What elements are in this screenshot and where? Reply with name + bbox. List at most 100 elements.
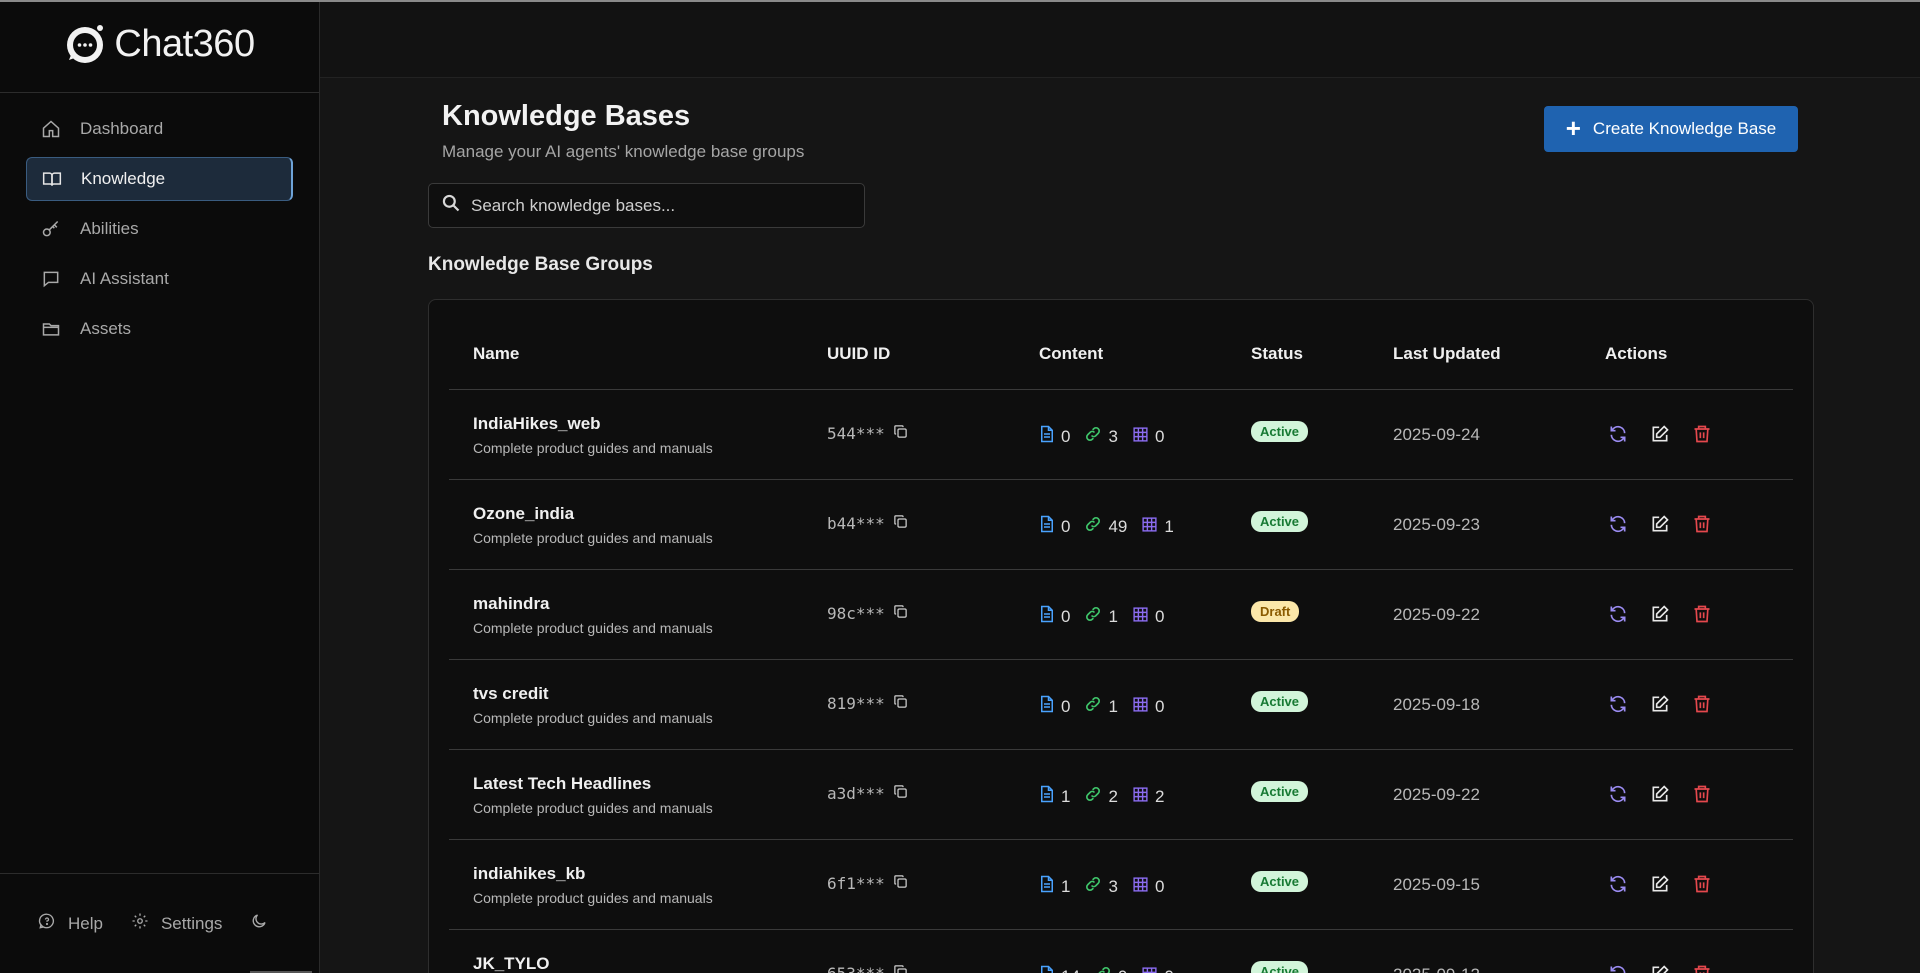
copy-icon[interactable] — [893, 424, 908, 443]
sidebar-item-abilities[interactable]: Abilities — [26, 207, 293, 251]
copy-icon[interactable] — [893, 964, 908, 973]
copy-icon[interactable] — [893, 874, 908, 893]
kb-uuid: 98c*** — [827, 604, 908, 623]
kb-status: Draft — [1251, 601, 1300, 622]
delete-icon[interactable] — [1691, 963, 1713, 973]
help-link[interactable]: Help — [38, 912, 103, 935]
table-row[interactable]: mahindra Complete product guides and man… — [449, 570, 1793, 660]
column-header-name[interactable]: Name — [473, 344, 519, 364]
column-header-status[interactable]: Status — [1251, 344, 1303, 364]
delete-icon[interactable] — [1691, 423, 1713, 445]
table-count: 2 — [1132, 786, 1164, 808]
uuid-value: b44*** — [827, 514, 885, 533]
edit-icon[interactable] — [1649, 423, 1671, 445]
table-row[interactable]: Ozone_india Complete product guides and … — [449, 480, 1793, 570]
sidebar-item-knowledge[interactable]: Knowledge — [26, 157, 293, 201]
table-icon — [1141, 966, 1158, 973]
column-header-last-updated[interactable]: Last Updated — [1393, 344, 1501, 364]
link-count: 1 — [1084, 695, 1118, 718]
logo[interactable]: Chat360 — [0, 2, 319, 93]
kb-status: Active — [1251, 421, 1309, 442]
edit-icon[interactable] — [1649, 873, 1671, 895]
table-row[interactable]: JK_TYLO Complete product guides and manu… — [449, 930, 1793, 973]
status-badge: Draft — [1251, 601, 1300, 622]
kb-name[interactable]: IndiaHikes_web — [473, 414, 601, 434]
document-count: 0 — [1039, 425, 1070, 448]
edit-icon[interactable] — [1649, 693, 1671, 715]
link-count-value: 0 — [1118, 967, 1127, 973]
key-icon — [40, 218, 62, 240]
sidebar-item-dashboard[interactable]: Dashboard — [26, 107, 293, 151]
link-icon — [1094, 965, 1112, 973]
link-icon — [1084, 785, 1102, 808]
kb-name[interactable]: mahindra — [473, 594, 550, 614]
create-knowledge-base-button[interactable]: + Create Knowledge Base — [1544, 106, 1798, 152]
table-icon — [1132, 606, 1149, 628]
sidebar-footer: Help Settings — [0, 873, 320, 973]
refresh-icon[interactable] — [1607, 423, 1629, 445]
kb-uuid: 6f1*** — [827, 874, 908, 893]
link-count: 49 — [1084, 515, 1127, 538]
table-row[interactable]: IndiaHikes_web Complete product guides a… — [449, 390, 1793, 480]
sidebar-item-assets[interactable]: Assets — [26, 307, 293, 351]
document-count: 14 — [1039, 965, 1080, 973]
refresh-icon[interactable] — [1607, 783, 1629, 805]
refresh-icon[interactable] — [1607, 693, 1629, 715]
kb-name[interactable]: Latest Tech Headlines — [473, 774, 651, 794]
search-box[interactable] — [428, 183, 865, 228]
column-header-content[interactable]: Content — [1039, 344, 1103, 364]
refresh-icon[interactable] — [1607, 873, 1629, 895]
refresh-icon[interactable] — [1607, 513, 1629, 535]
kb-name[interactable]: tvs credit — [473, 684, 549, 704]
delete-icon[interactable] — [1691, 693, 1713, 715]
sidebar-item-label: Dashboard — [80, 119, 164, 138]
settings-link[interactable]: Settings — [131, 912, 222, 935]
copy-icon[interactable] — [893, 514, 908, 533]
kb-name[interactable]: JK_TYLO — [473, 954, 550, 973]
top-bar — [320, 2, 1920, 78]
link-count: 3 — [1084, 875, 1118, 898]
theme-toggle[interactable] — [250, 912, 268, 935]
kb-uuid: 653*** — [827, 964, 908, 973]
document-icon — [1039, 695, 1055, 718]
edit-icon[interactable] — [1649, 513, 1671, 535]
table-row[interactable]: indiahikes_kb Complete product guides an… — [449, 840, 1793, 930]
link-count: 1 — [1084, 605, 1118, 628]
document-icon — [1039, 785, 1055, 808]
refresh-icon[interactable] — [1607, 603, 1629, 625]
kb-content-counts: 0 1 0 — [1039, 695, 1178, 718]
kb-name[interactable]: Ozone_india — [473, 504, 574, 524]
edit-icon[interactable] — [1649, 783, 1671, 805]
edit-icon[interactable] — [1649, 603, 1671, 625]
copy-icon[interactable] — [893, 694, 908, 713]
table-row[interactable]: tvs credit Complete product guides and m… — [449, 660, 1793, 750]
document-icon — [1039, 605, 1055, 628]
column-header-uuid[interactable]: UUID ID — [827, 344, 890, 364]
kb-content-counts: 0 3 0 — [1039, 425, 1178, 448]
kb-description: Complete product guides and manuals — [473, 800, 713, 816]
copy-icon[interactable] — [893, 784, 908, 803]
delete-icon[interactable] — [1691, 873, 1713, 895]
table-count: 0 — [1132, 426, 1164, 448]
delete-icon[interactable] — [1691, 603, 1713, 625]
copy-icon[interactable] — [893, 604, 908, 623]
kb-content-counts: 1 3 0 — [1039, 875, 1178, 898]
delete-icon[interactable] — [1691, 513, 1713, 535]
search-input[interactable] — [471, 195, 851, 216]
refresh-icon[interactable] — [1607, 963, 1629, 973]
kb-actions — [1607, 783, 1713, 805]
kb-last-updated: 2025-09-12 — [1393, 965, 1480, 973]
table-count-value: 0 — [1154, 876, 1165, 896]
edit-icon[interactable] — [1649, 963, 1671, 973]
table-row[interactable]: Latest Tech Headlines Complete product g… — [449, 750, 1793, 840]
document-count-value: 0 — [1061, 606, 1071, 626]
link-count: 0 — [1094, 965, 1127, 973]
kb-uuid: a3d*** — [827, 784, 908, 803]
kb-actions — [1607, 423, 1713, 445]
link-count-value: 2 — [1108, 786, 1118, 806]
status-badge: Active — [1251, 781, 1309, 802]
sidebar-item-ai-assistant[interactable]: AI Assistant — [26, 257, 293, 301]
status-badge: Active — [1251, 421, 1309, 442]
kb-name[interactable]: indiahikes_kb — [473, 864, 585, 884]
delete-icon[interactable] — [1691, 783, 1713, 805]
